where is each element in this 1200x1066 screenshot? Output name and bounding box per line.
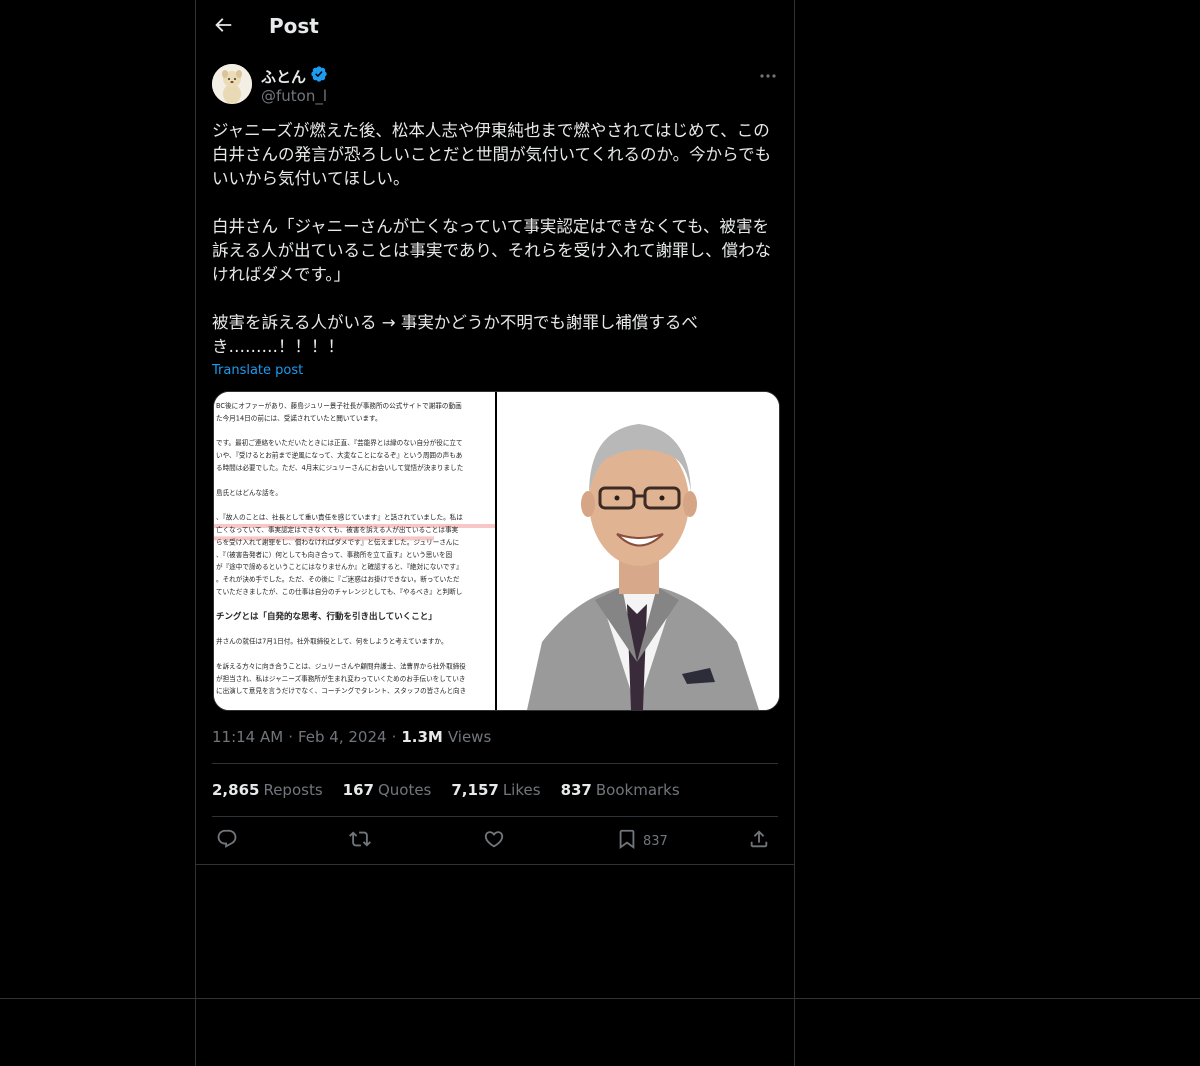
reposts-count: 2,865 [212, 781, 260, 799]
article-line: 。それが決め手でした。ただ、その後に『ご迷惑はお掛けできない。断っていただ [216, 575, 460, 584]
author-name[interactable]: ふとん [261, 66, 306, 87]
heart-icon [483, 828, 505, 854]
divider [212, 763, 778, 764]
article-line: た今月14日の前には、受諾されていたと聞いています。 [216, 413, 382, 422]
post-date[interactable]: Feb 4, 2024 [298, 728, 387, 746]
post-text: ジャニーズが燃えた後、松本人志や伊東純也まで燃やされてはじめて、この白井さんの発… [212, 121, 772, 356]
article-line: を訴える方々に向き合うことは、ジュリーさんや顧問弁護士、法曹界から社外取締役 [216, 661, 466, 670]
post-bottom-border [196, 864, 794, 865]
reply-icon [216, 828, 238, 854]
likes-count: 7,157 [451, 781, 499, 799]
author-handle[interactable]: @futon_l [261, 87, 327, 105]
article-line: に出演して意見を言うだけでなく、コーチングでタレント、スタッフの皆さんと向き [216, 686, 466, 695]
article-line: BC後にオファーがあり、藤島ジュリー景子社長が事務所の公式サイトで謝罪の動画 [216, 401, 462, 410]
like-button[interactable] [483, 828, 505, 854]
bottom-divider [0, 998, 1200, 999]
article-line: る時間は必要でした。ただ、4月末にジュリーさんにお会いして覚悟が決まりました [216, 463, 463, 472]
views-count: 1.3M [401, 728, 443, 746]
article-line: です。最初ご連絡をいただいたときには正直、『芸能界とは縁のない自分が役に立て [216, 438, 463, 447]
article-line: チングとは「自発的な思考、行動を引き出していくこと」 [216, 611, 437, 622]
article-line: が担当され、私はジャニーズ事務所が生まれ変わっていくためのお手伝いをしていき [216, 674, 465, 683]
quotes-count: 167 [342, 781, 374, 799]
article-line: 、『（被害告発者に）何としても向き合って、事務所を立て直す』という思いを固 [216, 550, 453, 559]
post-stats: 2,865 Reposts 167 Quotes 7,157 Likes 837… [212, 781, 680, 799]
article-line: 島氏とはどんな話を。 [216, 488, 282, 497]
post-header: Post [196, 0, 794, 54]
divider [212, 816, 778, 817]
article-line: 亡くなっていて、事実認定はできなくても、被害を訴える人が出ていることは事実 [216, 525, 459, 534]
bookmark-icon [616, 828, 638, 854]
reply-button[interactable] [216, 828, 238, 854]
bookmarks-count: 837 [560, 781, 592, 799]
bookmarks-stat[interactable]: 837 Bookmarks [561, 781, 680, 799]
reposts-stat[interactable]: 2,865 Reposts [212, 781, 323, 799]
page-title: Post [269, 14, 319, 38]
translate-post-link[interactable]: Translate post [212, 363, 303, 378]
more-horizontal-icon[interactable] [758, 66, 778, 86]
repost-icon [349, 828, 371, 854]
quotes-label: Quotes [377, 781, 432, 799]
share-icon [748, 828, 770, 854]
arrow-left-icon[interactable] [212, 14, 234, 36]
likes-stat[interactable]: 7,157 Likes [451, 781, 540, 799]
bookmarks-label: Bookmarks [595, 781, 680, 799]
article-line: いや、『受けるとお前まで逆風になって、大変なことになるぞ』という周囲の声もあ [216, 451, 462, 460]
verified-badge-icon [310, 65, 328, 87]
views-label: Views [447, 728, 492, 746]
post-meta: 11:14 AM · Feb 4, 2024 · 1.3M Views [212, 728, 491, 746]
author-name-row[interactable]: ふとん [261, 65, 328, 87]
reposts-label: Reposts [263, 781, 323, 799]
article-line: 、『故人のことは、社長として重い責任を感じています』と話されていました。私は [216, 513, 463, 522]
portrait-image[interactable] [497, 392, 779, 710]
action-bar: 837 [212, 828, 778, 856]
bookmark-button[interactable]: 837 [616, 828, 668, 854]
meta-separator: · [391, 728, 397, 746]
post-time[interactable]: 11:14 AM [212, 728, 283, 746]
article-line: ていただきましたが、この仕事は自分のチャレンジとしても、『やるべき』と判断し [216, 587, 462, 596]
article-screenshot-image[interactable]: BC後にオファーがあり、藤島ジュリー景子社長が事務所の公式サイトで謝罪の動画 た今… [214, 392, 495, 710]
article-line: が『途中で諦めるということにはなりませんか』と確認すると、『絶対にないです』 [216, 562, 463, 571]
share-button[interactable] [748, 828, 770, 854]
meta-separator: · [288, 728, 293, 746]
post-column: Post ふとん @futon_l ジャニーズが燃えた後、松本人志や伊東純也まで… [195, 0, 795, 1066]
avatar[interactable] [212, 64, 252, 104]
quotes-stat[interactable]: 167 Quotes [343, 781, 432, 799]
repost-button[interactable] [349, 828, 371, 854]
post-media[interactable]: BC後にオファーがあり、藤島ジュリー景子社長が事務所の公式サイトで謝罪の動画 た今… [213, 391, 780, 711]
article-line: 井さんの就任は7月1日付。社外取締役として、何をしようと考えていますか。 [216, 637, 448, 646]
bookmark-count: 837 [643, 833, 668, 849]
article-line: らを受け入れて謝罪をし、償わなければダメです』と伝えました。ジュリーさんに [216, 537, 459, 546]
likes-label: Likes [502, 781, 541, 799]
